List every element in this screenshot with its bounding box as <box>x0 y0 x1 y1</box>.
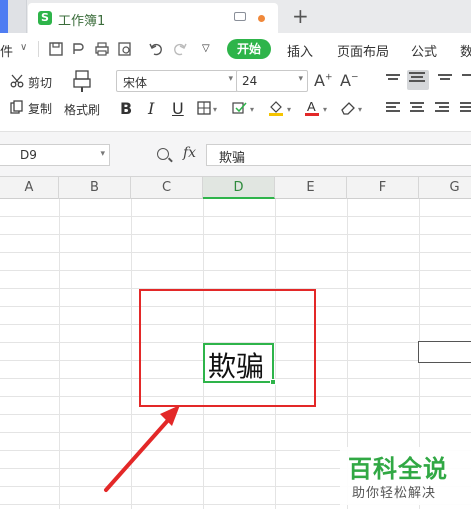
font-size-select[interactable]: 24 ▾ <box>236 70 308 92</box>
bold-icon[interactable]: B <box>120 99 132 118</box>
spreadsheet-icon: S <box>38 11 52 25</box>
format-painter-icon[interactable] <box>72 69 92 93</box>
tab-formulas[interactable]: 公式 <box>411 41 437 60</box>
menu-bar: 件 ∨ ▽ 开始 插入 页面布局 公式 数 <box>0 33 471 65</box>
tab-start[interactable]: 开始 <box>227 39 271 59</box>
align-left-icon[interactable] <box>386 102 404 116</box>
name-box-value: D9 <box>20 148 37 162</box>
font-name-select[interactable]: 宋体 ▾ <box>116 70 238 92</box>
fill-color-icon[interactable] <box>268 99 284 117</box>
watermark-title: 百科全说 <box>348 455 448 483</box>
chevron-down-icon[interactable]: ▾ <box>250 105 254 114</box>
new-tab-plus-icon[interactable]: + <box>292 4 309 28</box>
justify-icon[interactable] <box>460 102 471 116</box>
column-header-d[interactable]: D <box>203 177 275 199</box>
file-menu[interactable]: 件 <box>0 41 13 60</box>
column-header-b[interactable]: B <box>59 177 131 199</box>
chevron-down-icon: ▾ <box>298 74 303 84</box>
font-size-value: 24 <box>242 74 258 88</box>
copy-button[interactable]: 复制 <box>28 100 52 117</box>
underline-icon[interactable]: U <box>172 99 184 118</box>
border-icon[interactable] <box>197 101 211 115</box>
formula-bar: D9 ▾ fx 欺骗 <box>0 132 471 177</box>
tab-data[interactable]: 数 <box>460 41 471 60</box>
print-preview-icon[interactable] <box>117 41 133 57</box>
italic-icon[interactable]: I <box>148 99 154 118</box>
chevron-down-icon[interactable]: ▾ <box>213 105 217 114</box>
active-cell-value: 欺骗 <box>208 350 265 383</box>
align-top-icon[interactable] <box>386 74 404 88</box>
app-menu-edge[interactable] <box>0 0 27 33</box>
formula-input[interactable]: 欺骗 <box>206 144 471 166</box>
chevron-down-icon[interactable]: ▾ <box>358 105 362 114</box>
chevron-down-icon[interactable]: ∨ <box>20 42 27 53</box>
copy-icon[interactable] <box>10 100 24 114</box>
tab-page-layout[interactable]: 页面布局 <box>337 41 389 60</box>
align-middle-icon[interactable] <box>407 70 429 90</box>
tab-insert[interactable]: 插入 <box>287 41 313 60</box>
column-header-g[interactable]: G <box>419 177 471 199</box>
align-bottom-icon[interactable] <box>438 74 456 88</box>
redo-icon[interactable] <box>172 41 188 57</box>
font-name-value: 宋体 <box>123 76 148 90</box>
fill-handle[interactable] <box>270 379 276 385</box>
partial-cell[interactable] <box>418 341 471 363</box>
column-header-a[interactable]: A <box>0 177 59 199</box>
watermark-subtitle: 助你轻松解决 <box>352 486 437 501</box>
zoom-search-icon[interactable] <box>157 148 169 160</box>
column-header-row: A B C D E F G <box>0 177 471 199</box>
column-header-c[interactable]: C <box>131 177 203 199</box>
formula-value: 欺骗 <box>219 151 246 166</box>
tab-title: 工作簿1 <box>58 14 106 29</box>
name-box[interactable]: D9 ▾ <box>0 144 110 166</box>
tab-workbook[interactable]: S 工作簿1 <box>28 3 278 33</box>
increase-font-icon[interactable]: A+ <box>314 71 333 90</box>
eraser-icon[interactable] <box>340 100 356 116</box>
insert-function-button[interactable]: fx <box>183 145 196 161</box>
chevron-down-icon: ▾ <box>228 74 233 84</box>
chevron-down-icon[interactable]: ▾ <box>323 105 327 114</box>
monitor-icon[interactable] <box>234 12 246 21</box>
align-right-icon[interactable] <box>435 102 453 116</box>
ribbon: 剪切 复制 格式刷 宋体 ▾ 24 ▾ A+ A− B I U ▾ ▾ ▾ A … <box>0 65 471 132</box>
quick-access-dropdown-icon[interactable]: ▽ <box>202 43 210 54</box>
watermark: 百科全说 助你轻松解决 <box>340 447 471 505</box>
save-icon[interactable] <box>48 41 64 57</box>
svg-text:A: A <box>307 99 316 114</box>
font-color-icon[interactable]: A <box>304 99 320 117</box>
column-header-e[interactable]: E <box>275 177 347 199</box>
title-bar: S 工作簿1 + <box>0 0 471 33</box>
column-header-f[interactable]: F <box>347 177 419 199</box>
align-center-icon[interactable] <box>410 102 428 116</box>
format-painter-button[interactable]: 格式刷 <box>64 101 100 118</box>
scissors-icon[interactable] <box>10 74 24 88</box>
align-extra-icon[interactable] <box>462 74 471 88</box>
export-pdf-icon[interactable] <box>71 41 87 57</box>
cut-button[interactable]: 剪切 <box>28 74 52 91</box>
decrease-font-icon[interactable]: A− <box>340 71 359 90</box>
chevron-down-icon[interactable]: ▾ <box>287 105 291 114</box>
print-icon[interactable] <box>94 41 110 57</box>
undo-icon[interactable] <box>148 41 164 57</box>
unsaved-dot-icon[interactable] <box>258 15 265 22</box>
cell-style-icon[interactable] <box>232 101 247 115</box>
chevron-down-icon[interactable]: ▾ <box>100 149 105 159</box>
